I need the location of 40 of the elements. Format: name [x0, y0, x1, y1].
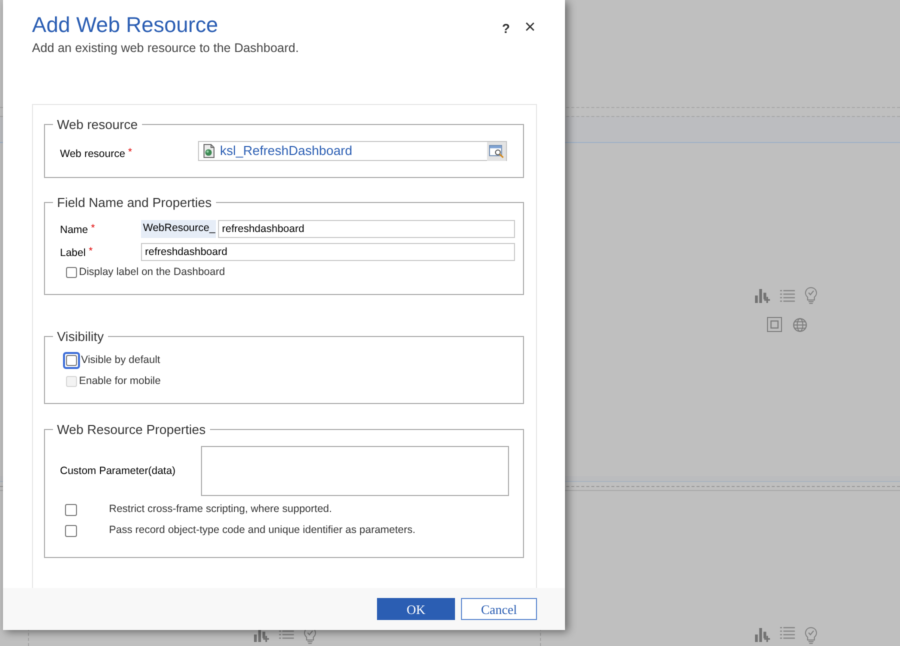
globe-icon[interactable]: [793, 318, 807, 332]
checkbox-label: Display label on the Dashboard: [79, 264, 225, 280]
checkbox-label: Enable for mobile: [79, 374, 161, 389]
name-prefix: WebResource_: [141, 220, 216, 238]
lookup-button[interactable]: [487, 142, 506, 160]
section-legend: Web resource: [53, 117, 142, 132]
section-legend: Web Resource Properties: [53, 422, 210, 437]
checkbox[interactable]: [66, 267, 77, 278]
lookup-window-search-icon: [489, 144, 504, 158]
textarea-field[interactable]: [201, 446, 509, 496]
dialog-subtitle: Add an existing web resource to the Dashboard.: [32, 40, 299, 56]
lightbulb-check-icon[interactable]: [805, 627, 817, 644]
checkbox-label: Pass record object-type code and unique identifier as parameters.: [109, 522, 416, 538]
field-label: Label: [60, 246, 86, 262]
lookup-field[interactable]: ksl_RefreshDashboard: [198, 141, 507, 161]
required-asterisk: *: [88, 244, 93, 258]
ok-button[interactable]: OK: [377, 598, 455, 620]
close-button[interactable]: ×: [522, 19, 538, 35]
lookup-value-link[interactable]: ksl_RefreshDashboard: [220, 142, 487, 160]
checkbox[interactable]: [66, 355, 77, 366]
field-label: Name: [60, 223, 88, 238]
section-legend: Visibility: [53, 329, 108, 344]
checkbox-label: Visible by default: [81, 352, 160, 368]
text-field[interactable]: refreshdashboard: [218, 220, 515, 238]
checkbox[interactable]: [65, 524, 77, 536]
field-label: Web resource: [60, 147, 126, 162]
section-legend: Field Name and Properties: [53, 195, 216, 210]
checkbox[interactable]: [65, 504, 77, 516]
text-field[interactable]: refreshdashboard: [141, 243, 515, 261]
chart-add-icon[interactable]: [254, 627, 268, 642]
required-asterisk: *: [91, 222, 95, 236]
frame-icon[interactable]: [767, 317, 782, 332]
required-asterisk: *: [128, 146, 132, 160]
help-button[interactable]: ?: [498, 20, 514, 36]
checkbox-label: Restrict cross-frame scripting, where supported.: [109, 502, 332, 517]
field-label: Custom Parameter(data): [60, 464, 176, 480]
cancel-button[interactable]: Cancel: [461, 598, 537, 620]
dialog-title: Add Web Resource: [32, 12, 218, 39]
lightbulb-check-icon[interactable]: [805, 287, 817, 304]
document-globe-icon: [203, 144, 215, 158]
